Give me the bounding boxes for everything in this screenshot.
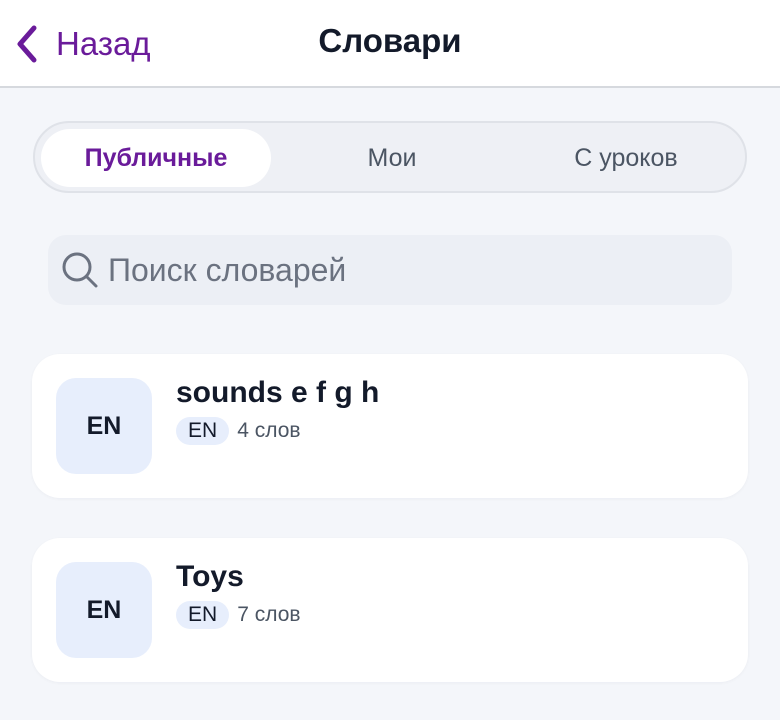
search-icon (62, 252, 98, 288)
word-count: 7 слов (237, 603, 301, 626)
language-badge: EN (176, 417, 230, 445)
page-title: Словари (318, 22, 462, 59)
segmented-control: Публичные Мои С уроков (33, 121, 747, 193)
language-avatar: EN (56, 562, 152, 658)
language-avatar: EN (56, 378, 152, 474)
tab-mine[interactable]: Мои (277, 129, 507, 187)
dictionary-card[interactable]: EN Toys EN 7 слов (32, 538, 748, 682)
search-bar (48, 235, 732, 305)
dictionary-title: Toys (176, 560, 244, 593)
dictionary-title: sounds e f g h (176, 376, 380, 409)
dictionary-meta: EN 7 слов (176, 601, 301, 629)
dictionary-meta: EN 4 слов (176, 417, 301, 445)
tab-public[interactable]: Публичные (41, 129, 271, 187)
dictionary-card[interactable]: EN sounds e f g h EN 4 слов (32, 354, 748, 498)
top-bar: Назад Словари (0, 0, 780, 88)
word-count: 4 слов (237, 419, 301, 442)
language-badge: EN (176, 601, 230, 629)
tab-from-lessons[interactable]: С уроков (511, 129, 741, 187)
search-input[interactable] (108, 251, 708, 289)
